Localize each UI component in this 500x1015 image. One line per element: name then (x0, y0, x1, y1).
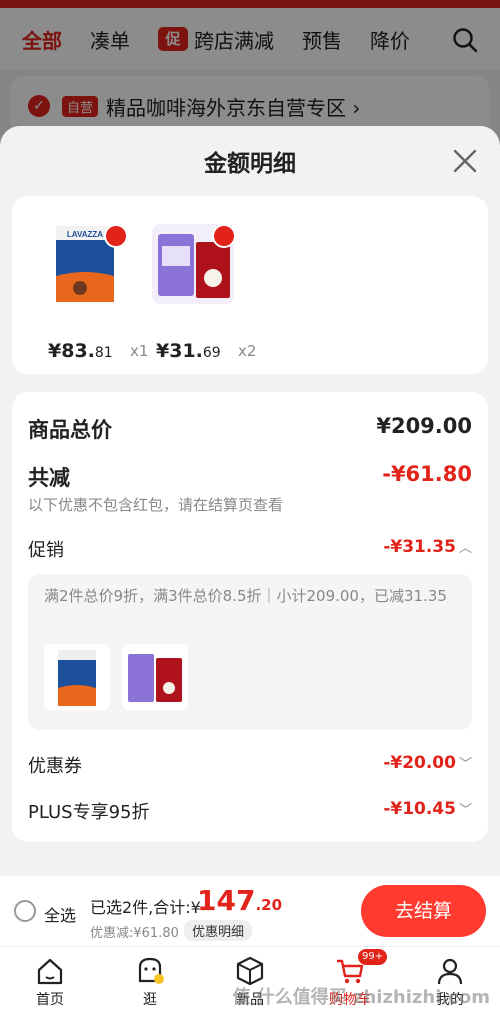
select-all-checkbox[interactable] (14, 900, 36, 922)
chevron-up-icon: ︿ (458, 541, 472, 556)
coupon-label: 优惠券 (28, 756, 82, 777)
checkout-button[interactable]: 去结算 (361, 885, 486, 937)
amount-detail-sheet: 金额明细 LAVAZZA ¥83.81 x1 ¥31.69 x2 商品总价 ¥2… (0, 126, 500, 946)
sheet-title: 金额明细 (204, 151, 296, 177)
goods-item[interactable]: ¥31.69 x2 (128, 216, 256, 362)
chevron-down-icon: ﹀ (458, 757, 472, 772)
promotion-label: 促销 (28, 540, 64, 561)
promotion-toggle[interactable]: -¥31.35 ︿ (383, 537, 472, 557)
mascot-icon (138, 957, 164, 984)
discount-detail-link[interactable]: 优惠明细 (184, 920, 253, 941)
plus-discount-label: PLUS专享95折 (28, 802, 150, 823)
selected-summary: 已选2件,合计:¥ (90, 898, 201, 917)
coupon-toggle[interactable]: -¥20.00 ﹀ (383, 753, 472, 773)
watermark: 值 什么值得买 zhizhizhi.com (232, 987, 490, 1008)
tab-explore-label: 逛 (143, 992, 157, 1008)
chevron-down-icon: ﹀ (458, 803, 472, 818)
total-reduce-label: 共减 (28, 466, 70, 490)
tab-home[interactable]: 首页 (0, 947, 100, 1015)
bottom-tabbar: 首页 逛 新品 99+ 购物车 我的 值 什么值得买 zhizhizhi.com (0, 946, 500, 1015)
total-amount: 147.20 (197, 884, 283, 917)
close-icon[interactable] (452, 148, 478, 174)
cart-badge: 99+ (358, 949, 388, 965)
goods-card: LAVAZZA ¥83.81 x1 ¥31.69 x2 (12, 196, 488, 374)
discount-summary: 优惠减:¥61.80 (90, 926, 179, 941)
amount-detail-card: 商品总价 ¥209.00 共减 -¥61.80 以下优惠不包含红包，请在结算页查… (12, 392, 488, 842)
tab-home-label: 首页 (36, 992, 64, 1008)
total-reduce-value: -¥61.80 (382, 462, 472, 486)
home-icon (37, 958, 63, 985)
selected-check-icon (212, 224, 236, 248)
total-price-label: 商品总价 (28, 418, 112, 442)
coffee-bag-thumbnail (44, 644, 110, 710)
coffee-pack-thumbnail (122, 644, 188, 710)
goods-price: ¥31.69 (156, 340, 221, 362)
promotion-detail-box: 满2件总价9折，满3件总价8.5折｜小计209.00，已减31.35 (28, 574, 472, 730)
select-all-label[interactable]: 全选 (44, 902, 76, 926)
plus-discount-value: -¥10.45 (383, 799, 456, 819)
plus-discount-toggle[interactable]: -¥10.45 ﹀ (383, 799, 472, 819)
total-price-value: ¥209.00 (376, 414, 472, 438)
promotion-value: -¥31.35 (383, 537, 456, 557)
tab-explore[interactable]: 逛 (100, 947, 200, 1015)
goods-item[interactable]: LAVAZZA ¥83.81 x1 (20, 216, 148, 362)
goods-price: ¥83.81 (48, 340, 113, 362)
selected-check-icon (104, 224, 128, 248)
checkout-bar: 全选 已选2件,合计:¥ 147.20 优惠减:¥61.80 优惠明细 去结算 (0, 876, 500, 946)
goods-qty: x2 (238, 342, 257, 360)
reduce-note: 以下优惠不包含红包，请在结算页查看 (28, 496, 284, 514)
svg-text:LAVAZZA: LAVAZZA (67, 230, 103, 239)
promotion-description: 满2件总价9折，满3件总价8.5折｜小计209.00，已减31.35 (44, 587, 447, 605)
coupon-value: -¥20.00 (383, 753, 456, 773)
